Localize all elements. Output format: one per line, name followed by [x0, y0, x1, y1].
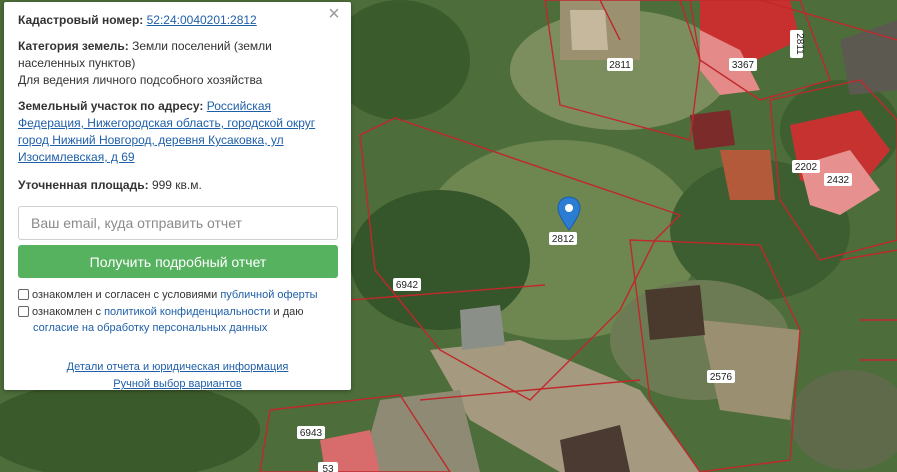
get-report-button[interactable]: Получить подробный отчет — [18, 245, 338, 278]
report-details-link[interactable]: Детали отчета и юридическая информация — [67, 361, 289, 373]
personal-data-consent-link[interactable]: согласие на обработку персональных данны… — [33, 322, 267, 334]
land-use-text: Для ведения личного подсобного хозяйства — [18, 73, 263, 87]
svg-text:53: 53 — [322, 464, 334, 472]
area-label: Уточненная площадь: — [18, 178, 149, 192]
cadastral-number-label: Кадастровый номер: — [18, 13, 144, 27]
privacy-checkbox[interactable] — [18, 306, 29, 317]
address-row: Земельный участок по адресу: Российская … — [18, 98, 337, 166]
plot-label-2811[interactable]: 2811 — [607, 58, 633, 71]
offer-agreement-row: ознакомлен и согласен с условиями публич… — [18, 287, 337, 303]
manual-selection-link[interactable]: Ручной выбор вариантов — [113, 378, 241, 390]
plot-label-2432[interactable]: 2432 — [824, 173, 852, 186]
plot-label-2812[interactable]: 2812 — [549, 232, 577, 245]
offer-checkbox[interactable] — [18, 289, 29, 300]
privacy-text-b: и даю — [273, 306, 304, 318]
svg-text:2812: 2812 — [552, 234, 575, 245]
privacy-policy-link[interactable]: политикой конфиденциальности — [104, 306, 270, 318]
plot-label-2811-vertical[interactable]: 2811 — [790, 30, 805, 58]
svg-text:6943: 6943 — [300, 428, 323, 439]
svg-text:3367: 3367 — [732, 60, 755, 71]
svg-text:6942: 6942 — [396, 280, 419, 291]
cadastral-info-panel: × Кадастровый номер: 52:24:0040201:2812 … — [4, 2, 351, 390]
area-row: Уточненная площадь: 999 кв.м. — [18, 177, 337, 194]
area-value: 999 кв.м. — [151, 178, 202, 192]
cadastral-number-row: Кадастровый номер: 52:24:0040201:2812 — [18, 12, 337, 29]
privacy-agreement-row: ознакомлен с политикой конфиденциальност… — [18, 304, 337, 336]
svg-text:2811: 2811 — [609, 60, 631, 71]
offer-agreement-text: ознакомлен и согласен с условиями — [32, 289, 218, 301]
land-category-row: Категория земель: Земли поселений (земли… — [18, 38, 337, 72]
plot-label-3367[interactable]: 3367 — [729, 58, 757, 71]
plot-label-2202[interactable]: 2202 — [792, 160, 820, 173]
cadastral-number-link[interactable]: 52:24:0040201:2812 — [147, 13, 257, 27]
plot-label-53[interactable]: 53 — [318, 462, 338, 472]
address-label: Земельный участок по адресу: — [18, 99, 204, 113]
location-pin-icon[interactable] — [556, 196, 582, 232]
svg-text:2811: 2811 — [794, 33, 805, 55]
panel-footer-links: Детали отчета и юридическая информация Р… — [18, 359, 337, 393]
close-icon[interactable]: × — [324, 4, 344, 24]
svg-text:2576: 2576 — [710, 372, 733, 383]
plot-label-2576[interactable]: 2576 — [707, 370, 735, 383]
svg-text:2432: 2432 — [827, 175, 850, 186]
plot-label-6943[interactable]: 6943 — [297, 426, 325, 439]
email-input[interactable] — [18, 206, 338, 240]
svg-text:2202: 2202 — [795, 162, 818, 173]
plot-label-6942[interactable]: 6942 — [393, 278, 421, 291]
land-category-label: Категория земель: — [18, 39, 129, 53]
privacy-text-a: ознакомлен с — [32, 306, 102, 318]
public-offer-link[interactable]: публичной оферты — [220, 289, 317, 301]
